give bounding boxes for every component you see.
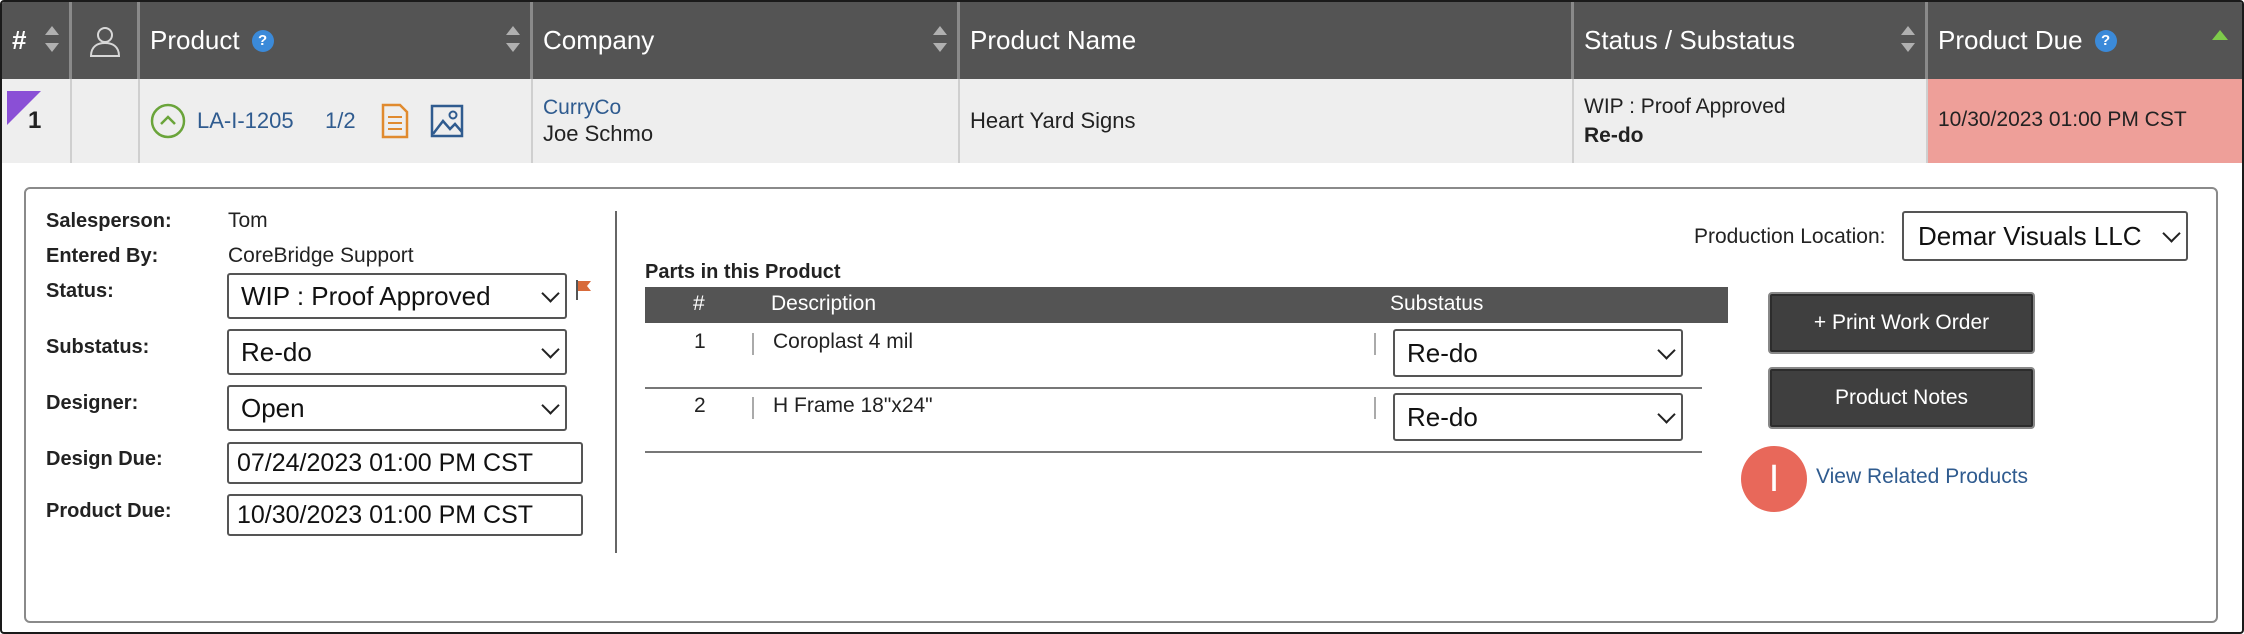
sort-ascending-icon[interactable] xyxy=(2212,30,2228,40)
col-product-header[interactable]: Product ? xyxy=(140,2,533,79)
product-due-label: Product Due: xyxy=(46,500,172,522)
row-number-cell: 1 xyxy=(2,79,72,163)
col-product-name-header[interactable]: Product Name xyxy=(960,2,1574,79)
status-select-value: WIP : Proof Approved xyxy=(241,280,491,311)
related-products-badge: I xyxy=(1741,446,1807,512)
document-icon[interactable] xyxy=(380,103,410,139)
substatus-select[interactable]: Re-do xyxy=(227,329,567,375)
chevron-down-icon xyxy=(1657,341,1676,360)
status-label: Status: xyxy=(46,280,114,302)
designer-select-value: Open xyxy=(241,392,305,423)
parts-title: Parts in this Product xyxy=(645,261,841,283)
row-product-due: 10/30/2023 01:00 PM CST xyxy=(1938,108,2187,131)
entered-by-label: Entered By: xyxy=(46,245,159,267)
chevron-down-icon xyxy=(541,396,560,415)
production-location-label: Production Location: xyxy=(1694,225,1886,248)
col-product-due-header[interactable]: Product Due ? xyxy=(1928,2,2242,79)
production-location-select[interactable]: Demar Visuals LLC xyxy=(1902,211,2188,261)
column-divider xyxy=(615,211,617,553)
product-notes-button[interactable]: Product Notes xyxy=(1768,367,2035,429)
sort-icon[interactable] xyxy=(506,26,520,52)
status-select[interactable]: WIP : Proof Approved xyxy=(227,273,567,319)
chevron-down-icon xyxy=(541,284,560,303)
flag-icon[interactable] xyxy=(574,278,594,302)
row-substatus: Re-do xyxy=(1584,124,1644,147)
chevron-up-circle-icon[interactable] xyxy=(149,102,187,140)
designer-select[interactable]: Open xyxy=(227,385,567,431)
salesperson-value: Tom xyxy=(228,209,268,232)
part-description: H Frame 18"x24" xyxy=(773,394,933,417)
sort-icon[interactable] xyxy=(1901,26,1915,52)
row-status-cell: WIP : Proof Approved Re-do xyxy=(1574,79,1928,163)
design-due-input[interactable]: 07/24/2023 01:00 PM CST xyxy=(227,442,583,484)
user-icon xyxy=(89,26,120,57)
col-company-header[interactable]: Company xyxy=(533,2,960,79)
col-product-due-label: Product Due xyxy=(1938,25,2083,55)
col-status-header[interactable]: Status / Substatus xyxy=(1574,2,1928,79)
part-substatus-value: Re-do xyxy=(1407,337,1478,368)
row-product-due-cell: 10/30/2023 01:00 PM CST xyxy=(1928,79,2242,163)
col-product-name-label: Product Name xyxy=(970,25,1137,55)
col-company-label: Company xyxy=(543,25,655,55)
parts-table-header: # Description Substatus xyxy=(645,287,1728,323)
row-status: WIP : Proof Approved xyxy=(1584,95,1786,118)
table-header: # Product ? Company Product Name Status … xyxy=(2,2,2242,79)
contact-name: Joe Schmo xyxy=(543,121,654,146)
production-location-value: Demar Visuals LLC xyxy=(1918,220,2142,251)
col-number-header[interactable]: # xyxy=(2,2,72,79)
col-number-label: # xyxy=(12,25,27,55)
part-description: Coroplast 4 mil xyxy=(773,330,914,353)
parts-col-description: Description xyxy=(771,292,877,315)
row-assignee-cell xyxy=(72,79,140,163)
product-details-panel: Salesperson: Tom Entered By: CoreBridge … xyxy=(24,187,2218,623)
part-divider xyxy=(1374,333,1376,355)
parts-col-number: # xyxy=(693,292,705,315)
sort-icon[interactable] xyxy=(933,26,947,52)
design-due-label: Design Due: xyxy=(46,448,163,470)
print-work-order-button[interactable]: + Print Work Order xyxy=(1768,292,2035,354)
part-row: 1 Coroplast 4 mil Re-do xyxy=(645,323,1702,389)
design-due-value: 07/24/2023 01:00 PM CST xyxy=(237,448,534,477)
view-related-products-link[interactable]: View Related Products xyxy=(1816,465,2028,489)
badge-letter: I xyxy=(1768,457,1780,500)
sort-icon[interactable] xyxy=(45,26,59,52)
product-due-input[interactable]: 10/30/2023 01:00 PM CST xyxy=(227,494,583,536)
part-divider xyxy=(752,397,754,419)
col-assignee-header[interactable] xyxy=(72,2,140,79)
image-icon[interactable] xyxy=(430,104,464,138)
salesperson-label: Salesperson: xyxy=(46,210,172,232)
product-id-link[interactable]: LA-I-1205 xyxy=(197,108,294,134)
product-name: Heart Yard Signs xyxy=(970,108,1136,133)
help-icon[interactable]: ? xyxy=(251,29,274,52)
part-divider xyxy=(752,333,754,355)
substatus-select-value: Re-do xyxy=(241,336,312,367)
chevron-down-icon xyxy=(1657,405,1676,424)
part-divider xyxy=(1374,397,1376,419)
part-substatus-value: Re-do xyxy=(1407,401,1478,432)
entered-by-value: CoreBridge Support xyxy=(228,244,414,267)
row-product-name-cell: Heart Yard Signs xyxy=(960,79,1574,163)
parts-col-substatus: Substatus xyxy=(1390,292,1484,315)
part-substatus-select[interactable]: Re-do xyxy=(1393,329,1683,377)
company-link[interactable]: CurryCo xyxy=(543,96,621,120)
product-due-value: 10/30/2023 01:00 PM CST xyxy=(237,500,534,529)
row-number: 1 xyxy=(28,107,42,134)
part-number: 2 xyxy=(694,394,706,417)
row-company-cell: CurryCo Joe Schmo xyxy=(533,79,960,163)
col-status-label: Status / Substatus xyxy=(1584,25,1796,55)
chevron-down-icon xyxy=(541,340,560,359)
product-count: 1/2 xyxy=(325,108,356,133)
designer-label: Designer: xyxy=(46,392,139,414)
table-row[interactable]: 1 LA-I-1205 1/2 CurryCo Joe Schmo Heart … xyxy=(2,79,2242,163)
row-product-cell: LA-I-1205 1/2 xyxy=(140,79,533,163)
part-row: 2 H Frame 18"x24" Re-do xyxy=(645,387,1702,453)
part-substatus-select[interactable]: Re-do xyxy=(1393,393,1683,441)
substatus-label: Substatus: xyxy=(46,336,150,358)
chevron-down-icon xyxy=(2162,224,2181,243)
order-item-panel: # Product ? Company Product Name Status … xyxy=(0,0,2244,634)
part-number: 1 xyxy=(694,330,706,353)
help-icon[interactable]: ? xyxy=(2094,29,2117,52)
col-product-label: Product xyxy=(150,25,240,55)
